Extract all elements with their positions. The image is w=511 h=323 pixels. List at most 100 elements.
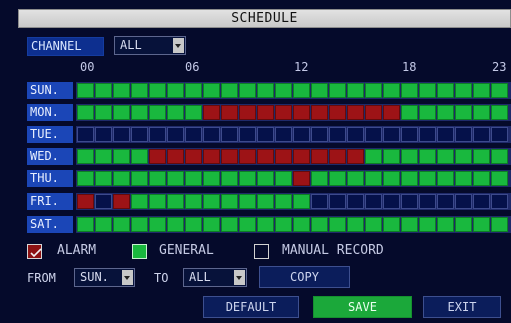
schedule-cell[interactable] bbox=[275, 149, 292, 164]
manual-record-swatch[interactable] bbox=[254, 244, 269, 259]
schedule-cell[interactable] bbox=[221, 83, 238, 98]
schedule-cell[interactable] bbox=[275, 127, 292, 142]
schedule-cell[interactable] bbox=[455, 217, 472, 232]
schedule-cell[interactable] bbox=[167, 149, 184, 164]
general-swatch[interactable] bbox=[132, 244, 147, 259]
channel-select[interactable]: ALL bbox=[114, 36, 186, 55]
schedule-cell[interactable] bbox=[149, 194, 166, 209]
schedule-cell[interactable] bbox=[185, 83, 202, 98]
exit-button[interactable]: EXIT bbox=[423, 296, 501, 318]
schedule-cell[interactable] bbox=[437, 127, 454, 142]
schedule-cell[interactable] bbox=[167, 105, 184, 120]
schedule-cell[interactable] bbox=[131, 217, 148, 232]
schedule-cell[interactable] bbox=[167, 127, 184, 142]
schedule-cell[interactable] bbox=[95, 149, 112, 164]
schedule-grid-fri[interactable] bbox=[76, 193, 511, 210]
schedule-cell[interactable] bbox=[401, 149, 418, 164]
schedule-cell[interactable] bbox=[131, 83, 148, 98]
schedule-cell[interactable] bbox=[95, 83, 112, 98]
schedule-cell[interactable] bbox=[329, 217, 346, 232]
schedule-cell[interactable] bbox=[437, 105, 454, 120]
schedule-cell[interactable] bbox=[491, 149, 508, 164]
schedule-cell[interactable] bbox=[221, 149, 238, 164]
schedule-cell[interactable] bbox=[473, 149, 490, 164]
schedule-cell[interactable] bbox=[77, 105, 94, 120]
schedule-cell[interactable] bbox=[365, 194, 382, 209]
schedule-cell[interactable] bbox=[131, 105, 148, 120]
schedule-cell[interactable] bbox=[347, 171, 364, 186]
schedule-cell[interactable] bbox=[221, 171, 238, 186]
schedule-cell[interactable] bbox=[203, 149, 220, 164]
default-button[interactable]: DEFAULT bbox=[203, 296, 299, 318]
schedule-cell[interactable] bbox=[491, 217, 508, 232]
schedule-cell[interactable] bbox=[419, 149, 436, 164]
schedule-grid-thu[interactable] bbox=[76, 170, 511, 187]
schedule-cell[interactable] bbox=[437, 171, 454, 186]
schedule-cell[interactable] bbox=[275, 105, 292, 120]
copy-from-select[interactable]: SUN. bbox=[74, 268, 135, 287]
schedule-cell[interactable] bbox=[221, 194, 238, 209]
schedule-cell[interactable] bbox=[347, 194, 364, 209]
schedule-cell[interactable] bbox=[293, 105, 310, 120]
schedule-cell[interactable] bbox=[401, 217, 418, 232]
schedule-cell[interactable] bbox=[311, 83, 328, 98]
schedule-cell[interactable] bbox=[257, 194, 274, 209]
schedule-cell[interactable] bbox=[95, 127, 112, 142]
schedule-cell[interactable] bbox=[473, 83, 490, 98]
schedule-cell[interactable] bbox=[311, 194, 328, 209]
schedule-grid-sun[interactable] bbox=[76, 82, 511, 99]
schedule-cell[interactable] bbox=[311, 127, 328, 142]
schedule-cell[interactable] bbox=[149, 171, 166, 186]
schedule-cell[interactable] bbox=[239, 127, 256, 142]
schedule-cell[interactable] bbox=[383, 83, 400, 98]
schedule-cell[interactable] bbox=[401, 171, 418, 186]
schedule-cell[interactable] bbox=[293, 194, 310, 209]
schedule-cell[interactable] bbox=[203, 171, 220, 186]
schedule-cell[interactable] bbox=[329, 83, 346, 98]
schedule-cell[interactable] bbox=[455, 83, 472, 98]
schedule-cell[interactable] bbox=[455, 171, 472, 186]
schedule-cell[interactable] bbox=[347, 149, 364, 164]
schedule-cell[interactable] bbox=[239, 171, 256, 186]
schedule-cell[interactable] bbox=[257, 171, 274, 186]
schedule-cell[interactable] bbox=[401, 83, 418, 98]
schedule-cell[interactable] bbox=[473, 127, 490, 142]
schedule-cell[interactable] bbox=[113, 149, 130, 164]
schedule-cell[interactable] bbox=[239, 149, 256, 164]
schedule-cell[interactable] bbox=[347, 217, 364, 232]
schedule-cell[interactable] bbox=[239, 105, 256, 120]
schedule-cell[interactable] bbox=[329, 149, 346, 164]
schedule-cell[interactable] bbox=[365, 217, 382, 232]
schedule-cell[interactable] bbox=[473, 194, 490, 209]
schedule-cell[interactable] bbox=[167, 217, 184, 232]
schedule-cell[interactable] bbox=[437, 217, 454, 232]
schedule-cell[interactable] bbox=[95, 194, 112, 209]
schedule-cell[interactable] bbox=[419, 194, 436, 209]
schedule-cell[interactable] bbox=[203, 83, 220, 98]
schedule-cell[interactable] bbox=[473, 171, 490, 186]
schedule-cell[interactable] bbox=[131, 149, 148, 164]
schedule-cell[interactable] bbox=[221, 127, 238, 142]
schedule-cell[interactable] bbox=[77, 127, 94, 142]
schedule-cell[interactable] bbox=[113, 217, 130, 232]
schedule-cell[interactable] bbox=[491, 105, 508, 120]
schedule-cell[interactable] bbox=[275, 194, 292, 209]
schedule-cell[interactable] bbox=[185, 217, 202, 232]
schedule-cell[interactable] bbox=[473, 217, 490, 232]
schedule-cell[interactable] bbox=[185, 171, 202, 186]
schedule-cell[interactable] bbox=[419, 127, 436, 142]
schedule-cell[interactable] bbox=[131, 194, 148, 209]
schedule-cell[interactable] bbox=[203, 217, 220, 232]
schedule-cell[interactable] bbox=[95, 217, 112, 232]
schedule-cell[interactable] bbox=[365, 83, 382, 98]
schedule-grid-wed[interactable] bbox=[76, 148, 511, 165]
schedule-cell[interactable] bbox=[275, 171, 292, 186]
schedule-grid-sat[interactable] bbox=[76, 216, 511, 233]
schedule-cell[interactable] bbox=[383, 149, 400, 164]
schedule-cell[interactable] bbox=[293, 149, 310, 164]
schedule-cell[interactable] bbox=[257, 105, 274, 120]
schedule-cell[interactable] bbox=[185, 149, 202, 164]
schedule-cell[interactable] bbox=[149, 217, 166, 232]
schedule-cell[interactable] bbox=[257, 217, 274, 232]
schedule-cell[interactable] bbox=[365, 105, 382, 120]
